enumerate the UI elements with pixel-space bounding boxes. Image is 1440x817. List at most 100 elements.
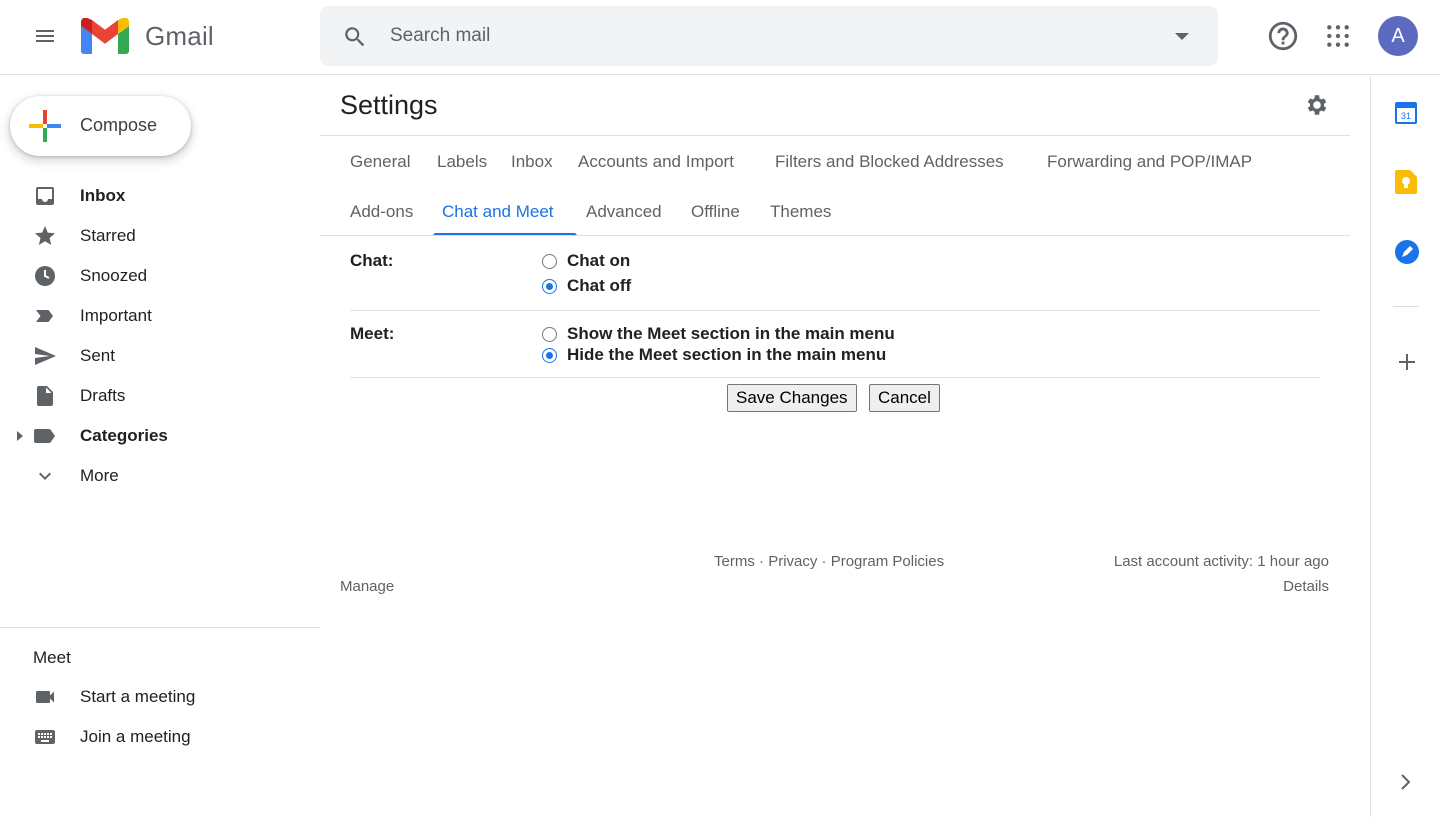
search-bar[interactable] bbox=[320, 6, 1218, 66]
label-icon bbox=[33, 424, 57, 448]
search-input[interactable] bbox=[390, 20, 1150, 52]
show-meet-option[interactable]: Show the Meet section in the main menu bbox=[542, 324, 895, 344]
meet-section-title: Meet bbox=[33, 648, 71, 667]
tab-general[interactable]: General bbox=[350, 152, 410, 172]
join-meeting-item[interactable]: Join a meeting bbox=[0, 717, 300, 757]
terms-link[interactable]: Terms bbox=[714, 553, 755, 570]
chat-label: Chat: bbox=[350, 251, 394, 270]
manage-link[interactable]: Manage bbox=[340, 578, 394, 595]
send-icon bbox=[33, 344, 57, 368]
sidebar-item-label: Drafts bbox=[80, 386, 126, 405]
tab-advanced[interactable]: Advanced bbox=[586, 202, 662, 222]
gmail-m-icon bbox=[81, 18, 129, 54]
sidebar-item-label: Starred bbox=[80, 226, 136, 245]
program-policies-link[interactable]: Program Policies bbox=[831, 553, 944, 570]
gear-icon[interactable] bbox=[1304, 92, 1330, 118]
tab-forwarding[interactable]: Forwarding and POP/IMAP bbox=[1047, 152, 1252, 172]
divider bbox=[350, 377, 1320, 378]
sidebar-item-label: Snoozed bbox=[80, 266, 148, 285]
chat-on-radio[interactable] bbox=[542, 253, 557, 269]
clock-icon bbox=[33, 264, 57, 288]
top-bar: Gmail A bbox=[0, 0, 1440, 75]
star-icon bbox=[33, 224, 57, 248]
show-meet-label: Show the Meet section in the main menu bbox=[567, 324, 895, 343]
calendar-icon[interactable]: 31 bbox=[1395, 100, 1417, 124]
main-menu-button[interactable] bbox=[25, 16, 65, 56]
add-addon-icon[interactable] bbox=[1397, 352, 1417, 372]
sidebar-item-label: Categories bbox=[80, 426, 168, 445]
sidebar-item-more[interactable]: More bbox=[0, 456, 300, 496]
chevron-down-icon bbox=[33, 464, 57, 488]
show-meet-radio[interactable] bbox=[542, 326, 557, 342]
gmail-logo[interactable]: Gmail bbox=[81, 18, 214, 54]
sidebar-item-label: Sent bbox=[80, 346, 115, 365]
draft-icon bbox=[33, 384, 57, 408]
compose-button[interactable]: Compose bbox=[10, 96, 191, 156]
sidebar-item-categories[interactable]: Categories bbox=[0, 416, 300, 456]
start-meeting-item[interactable]: Start a meeting bbox=[0, 677, 300, 717]
divider bbox=[320, 235, 1350, 236]
cancel-button[interactable]: Cancel bbox=[869, 384, 940, 412]
tasks-icon[interactable] bbox=[1395, 240, 1419, 264]
tab-themes[interactable]: Themes bbox=[770, 202, 831, 222]
expand-arrow-icon[interactable] bbox=[15, 430, 25, 442]
start-meeting-label: Start a meeting bbox=[80, 687, 196, 706]
sidebar-item-inbox[interactable]: Inbox bbox=[0, 176, 300, 216]
apps-grid-icon[interactable] bbox=[1325, 23, 1351, 49]
sidebar-item-important[interactable]: Important bbox=[0, 296, 300, 336]
save-changes-button[interactable]: Save Changes bbox=[727, 384, 857, 412]
tab-chat-and-meet[interactable]: Chat and Meet bbox=[442, 202, 554, 222]
search-options-icon[interactable] bbox=[1172, 30, 1192, 44]
chat-off-label: Chat off bbox=[567, 276, 632, 295]
side-panel: 31 bbox=[1370, 76, 1440, 817]
sidebar-item-starred[interactable]: Starred bbox=[0, 216, 300, 256]
chat-on-option[interactable]: Chat on bbox=[542, 251, 630, 271]
divider bbox=[1393, 306, 1419, 307]
hide-meet-option[interactable]: Hide the Meet section in the main menu bbox=[542, 345, 886, 365]
sidebar-item-sent[interactable]: Sent bbox=[0, 336, 300, 376]
page-title: Settings bbox=[340, 90, 438, 120]
last-activity: Last account activity: 1 hour ago bbox=[1113, 553, 1329, 570]
chat-off-option[interactable]: Chat off bbox=[542, 276, 631, 296]
keep-icon[interactable] bbox=[1395, 170, 1417, 194]
hide-meet-label: Hide the Meet section in the main menu bbox=[567, 345, 887, 364]
chat-off-radio[interactable] bbox=[542, 278, 557, 294]
account-avatar[interactable]: A bbox=[1378, 16, 1418, 56]
footer-links: Terms · Privacy · Program Policies bbox=[714, 553, 944, 570]
chat-on-label: Chat on bbox=[567, 251, 631, 270]
divider bbox=[350, 310, 1320, 311]
divider bbox=[320, 135, 1350, 136]
sidebar-item-snoozed[interactable]: Snoozed bbox=[0, 256, 300, 296]
videocam-icon bbox=[33, 685, 57, 709]
svg-text:31: 31 bbox=[1401, 111, 1411, 121]
sidebar: Compose Inbox Starred Snoozed Important … bbox=[0, 76, 320, 817]
keyboard-icon bbox=[33, 725, 57, 749]
menu-icon bbox=[36, 30, 54, 42]
tab-inbox[interactable]: Inbox bbox=[511, 152, 553, 172]
sidebar-item-label: Important bbox=[80, 306, 152, 325]
divider bbox=[0, 627, 320, 628]
search-icon[interactable] bbox=[342, 24, 368, 50]
sidebar-item-label: Inbox bbox=[80, 186, 126, 205]
chevron-right-icon[interactable] bbox=[1399, 773, 1413, 791]
important-icon bbox=[33, 304, 57, 328]
hide-meet-radio[interactable] bbox=[542, 347, 557, 363]
tab-offline[interactable]: Offline bbox=[691, 202, 740, 222]
sidebar-item-label: More bbox=[80, 466, 119, 485]
meet-label: Meet: bbox=[350, 324, 395, 343]
compose-label: Compose bbox=[80, 115, 158, 135]
sidebar-item-drafts[interactable]: Drafts bbox=[0, 376, 300, 416]
separator: · bbox=[821, 553, 827, 570]
join-meeting-label: Join a meeting bbox=[80, 727, 191, 746]
help-icon[interactable] bbox=[1266, 19, 1300, 53]
tab-filters[interactable]: Filters and Blocked Addresses bbox=[775, 152, 1004, 172]
details-link[interactable]: Details bbox=[1220, 578, 1329, 595]
tab-accounts-and-import[interactable]: Accounts and Import bbox=[578, 152, 734, 172]
tab-add-ons[interactable]: Add-ons bbox=[350, 202, 413, 222]
app-name: Gmail bbox=[145, 20, 214, 51]
inbox-icon bbox=[33, 184, 57, 208]
tab-labels[interactable]: Labels bbox=[437, 152, 487, 172]
privacy-link[interactable]: Privacy bbox=[768, 553, 817, 570]
separator: · bbox=[759, 553, 765, 570]
settings-panel: Settings General Labels Inbox Accounts a… bbox=[320, 76, 1370, 817]
